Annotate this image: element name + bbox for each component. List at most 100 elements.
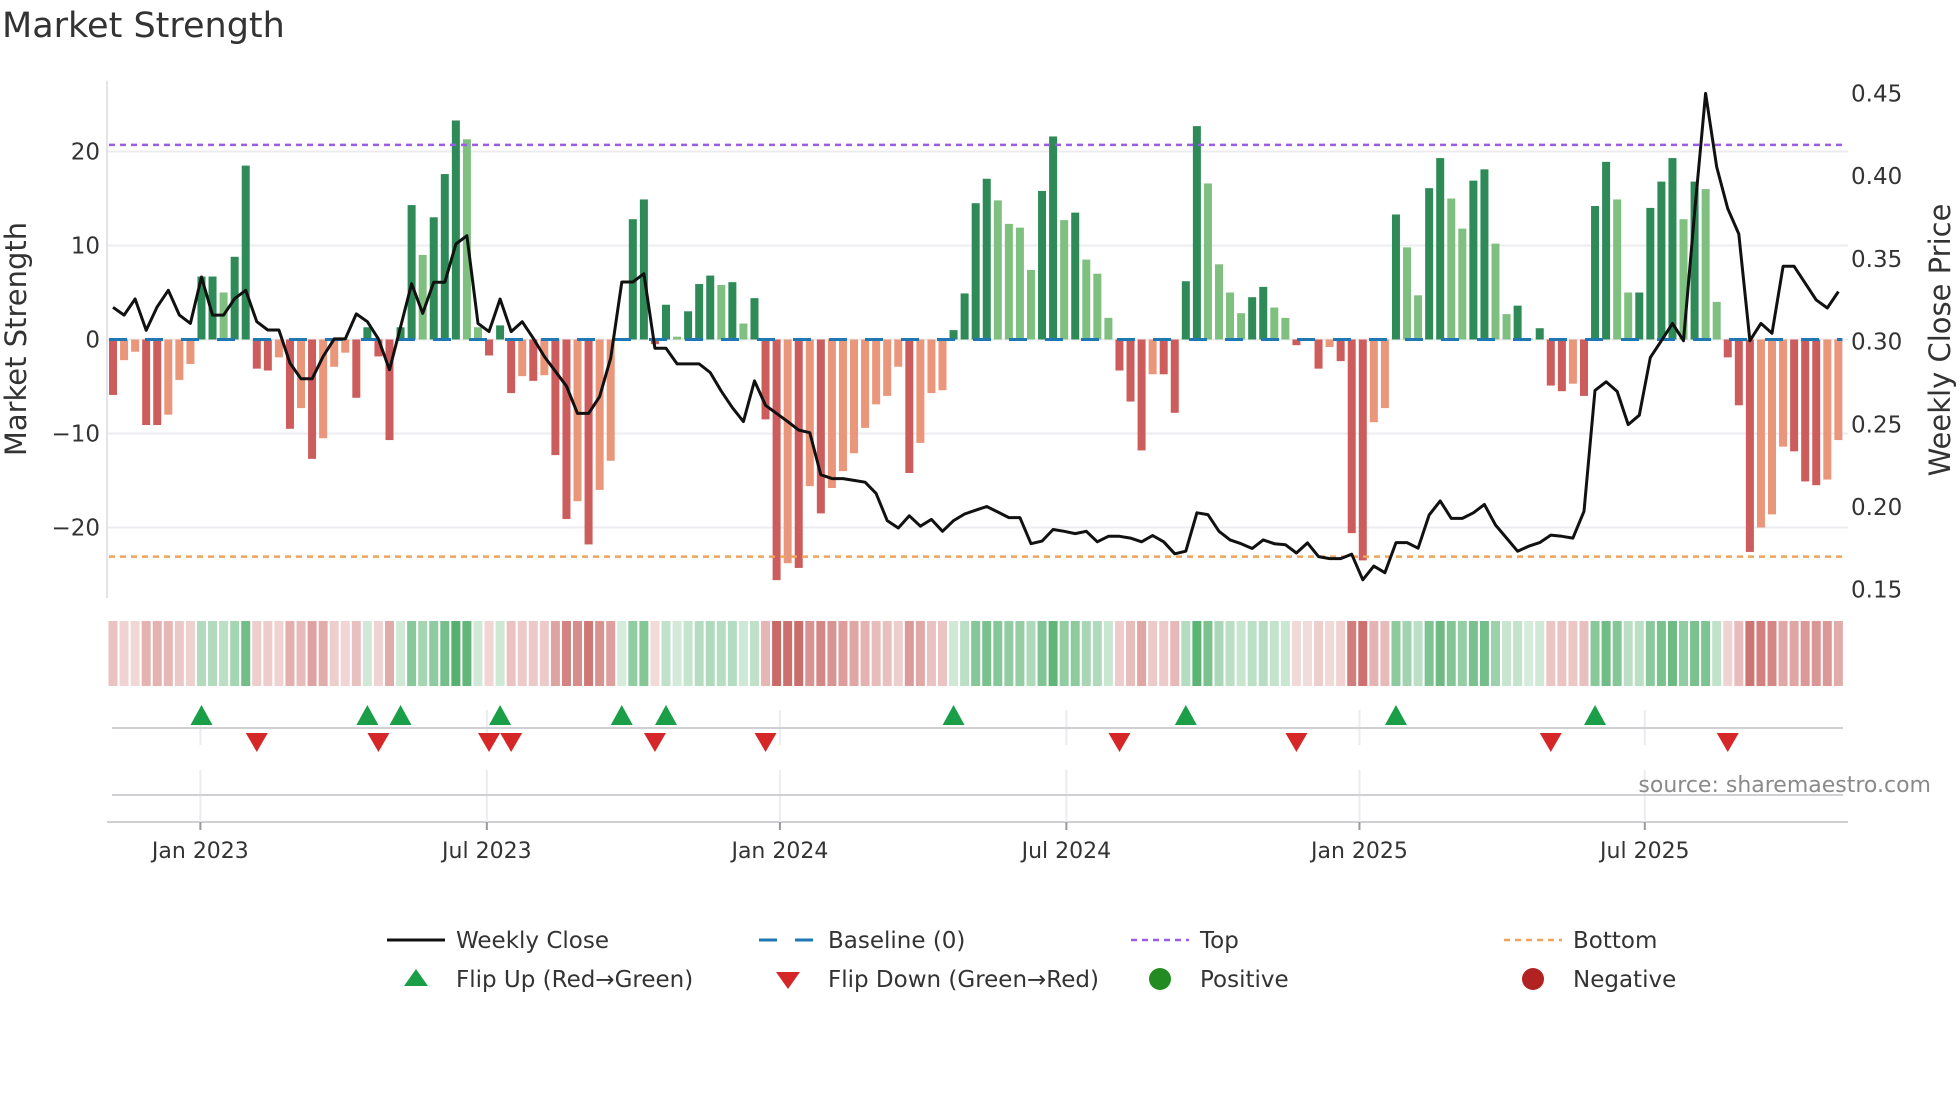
strength-bar — [1834, 339, 1843, 441]
strength-bar — [1391, 214, 1400, 340]
strip-cell — [473, 621, 483, 686]
strength-bar — [1701, 189, 1710, 340]
strip-cell — [838, 621, 848, 686]
strip-cell — [1634, 621, 1644, 686]
strip-cell — [1170, 621, 1180, 686]
strip-cell — [141, 621, 151, 686]
strength-bar — [927, 339, 936, 394]
strip-cell — [904, 621, 914, 686]
strip-cell — [1446, 621, 1456, 686]
strength-bar — [1591, 206, 1600, 340]
strip-cell — [1092, 621, 1102, 686]
strip-cell — [1568, 621, 1578, 686]
strength-bar — [142, 339, 151, 426]
strip-cell — [1656, 621, 1666, 686]
strength-bar — [1602, 161, 1611, 340]
strip-cell — [539, 621, 549, 686]
strength-bar — [1347, 339, 1356, 534]
strength-bar — [1170, 339, 1179, 413]
strip-cell — [252, 621, 262, 686]
strip-cell — [407, 621, 417, 686]
strip-cell — [661, 621, 671, 686]
strength-bar — [783, 339, 792, 564]
strength-bar — [451, 120, 460, 340]
strip-cell — [794, 621, 804, 686]
strength-bar — [1403, 247, 1412, 340]
strength-bar — [1745, 339, 1754, 552]
strength-bar — [1635, 292, 1644, 340]
strip-cell — [1811, 621, 1821, 686]
x-tick-label: Jul 2025 — [1598, 839, 1690, 864]
strength-bar — [1436, 158, 1445, 340]
strip-cell — [1513, 621, 1523, 686]
strip-cell — [373, 621, 383, 686]
strip-cell — [727, 621, 737, 686]
strip-cell — [1623, 621, 1633, 686]
strip-cell — [1203, 621, 1213, 686]
strip-cell — [584, 621, 594, 686]
strip-cell — [982, 621, 992, 686]
strip-cell — [440, 621, 450, 686]
strength-bar — [684, 311, 693, 340]
strength-bar — [982, 178, 991, 340]
strip-cell — [108, 621, 118, 686]
strength-bar — [794, 339, 803, 568]
y2-tick-label: 0.25 — [1851, 412, 1902, 438]
y-tick-label: 0 — [85, 328, 100, 354]
strength-bar — [728, 282, 737, 340]
strip-cell — [174, 621, 184, 686]
strength-bar — [750, 298, 759, 340]
strip-cell — [1126, 621, 1136, 686]
strip-cell — [672, 621, 682, 686]
strength-bar — [1104, 317, 1113, 340]
strip-cell — [1479, 621, 1489, 686]
y-axis-label: Market Strength — [0, 222, 33, 456]
strip-cell — [1181, 621, 1191, 686]
strength-bar — [1447, 198, 1456, 340]
strip-cell — [772, 621, 782, 686]
y-tick-label: −10 — [51, 422, 100, 448]
strength-bar — [1126, 339, 1135, 402]
strength-bar — [584, 339, 593, 545]
strip-cell — [1358, 621, 1368, 686]
strength-bar — [772, 339, 781, 581]
strip-cell — [1402, 621, 1412, 686]
legend-label: Negative — [1573, 967, 1676, 993]
strip-cell — [1247, 621, 1257, 686]
strip-cell — [738, 621, 748, 686]
strength-bar — [1646, 207, 1655, 340]
strength-bar — [827, 339, 836, 489]
flip-down-marker — [500, 733, 523, 752]
strength-bar — [1015, 227, 1024, 340]
strip-cell — [307, 621, 317, 686]
strength-bar — [1159, 339, 1168, 375]
strength-bar — [695, 284, 704, 340]
strip-cell — [1291, 621, 1301, 686]
strength-bar — [429, 217, 438, 340]
strength-bar — [308, 339, 317, 459]
strength-bar — [1513, 305, 1522, 340]
strength-bar — [1115, 339, 1124, 371]
strip-cell — [993, 621, 1003, 686]
strength-bar — [1270, 307, 1279, 340]
strip-cell — [1070, 621, 1080, 686]
strength-bar — [1557, 339, 1566, 392]
strip-cell — [528, 621, 538, 686]
strip-cell — [882, 621, 892, 686]
strength-bar — [916, 339, 925, 443]
strip-cell — [1468, 621, 1478, 686]
flip-down-marker — [643, 733, 666, 752]
strip-cell — [318, 621, 328, 686]
strength-bar — [1203, 183, 1212, 340]
strip-cell — [1535, 621, 1545, 686]
strip-cell — [1325, 621, 1335, 686]
strength-bar — [1237, 313, 1246, 340]
strip-cell — [1435, 621, 1445, 686]
strip-cell — [219, 621, 229, 686]
strength-bar — [1192, 126, 1201, 340]
strip-cell — [606, 621, 616, 686]
legend-label: Top — [1199, 928, 1239, 954]
strength-bar — [1281, 317, 1290, 340]
strength-bar — [1380, 339, 1389, 409]
strip-cell — [716, 621, 726, 686]
